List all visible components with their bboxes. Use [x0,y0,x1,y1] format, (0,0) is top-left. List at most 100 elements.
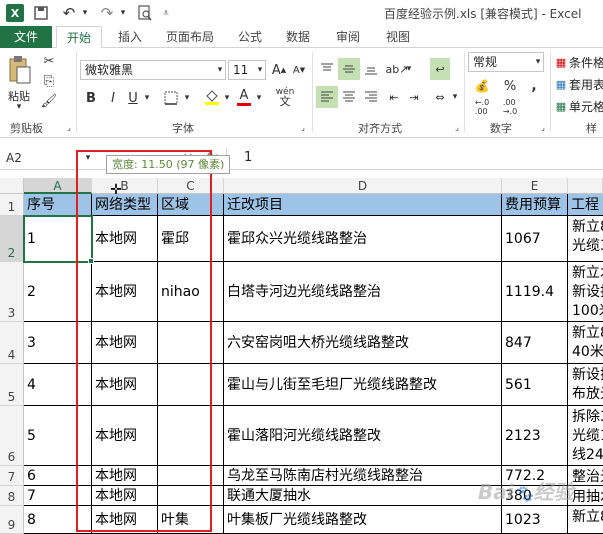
cell-work[interactable]: 新立木 新设排 100米 [568,262,603,322]
cell-project[interactable]: 六安窑岗咀大桥光缆线路整改 [224,322,502,364]
font-color-dropdown-icon[interactable]: ▾ [254,88,264,108]
wrap-text-icon[interactable]: ↩ [430,58,450,80]
cell-work[interactable]: 新立8 [568,506,603,534]
formula-input[interactable]: 1 [244,149,252,167]
phonetic-guide-icon[interactable]: wén 文 [272,86,298,108]
row-header[interactable]: 2 [0,216,24,262]
italic-button[interactable]: I [104,88,122,108]
tab-review[interactable]: 审阅 [330,26,366,48]
align-top-icon[interactable] [316,58,338,80]
align-middle-icon[interactable] [338,58,360,80]
cell-area[interactable] [158,406,224,466]
font-launcher-icon[interactable]: ⌟ [298,122,308,132]
bold-button[interactable]: B [82,88,100,108]
row-header[interactable]: 4 [0,322,24,364]
align-bottom-icon[interactable] [360,58,382,80]
conditional-format-label[interactable]: 条件格 [569,54,603,71]
paste-dropdown-icon[interactable]: ▾ [12,102,26,112]
header-cell-area[interactable]: 区域 [158,194,224,216]
name-box[interactable]: A2 [4,148,78,168]
tab-view[interactable]: 视图 [380,26,416,48]
merge-center-icon[interactable]: ⇔ [430,86,450,108]
fill-color-dropdown-icon[interactable]: ▾ [222,88,232,108]
cell-network[interactable]: 本地网 [92,466,158,486]
format-painter-icon[interactable]: 🖌 [40,92,58,110]
number-format-dropdown-icon[interactable]: ▾ [532,54,544,70]
grow-font-icon[interactable]: A ▲ [270,60,288,80]
header-cell-network[interactable]: 网络类型 [92,194,158,216]
save-icon[interactable] [32,4,50,22]
copy-icon[interactable]: ⎘ [40,72,58,90]
cell-budget[interactable]: 2123 [502,406,568,466]
cell-budget[interactable]: 1119.4 [502,262,568,322]
decrease-indent-icon[interactable]: ⇤ [384,86,404,108]
column-header-d[interactable]: D [224,178,502,194]
align-center-icon[interactable] [338,86,360,108]
cell-area[interactable]: 霍邱 [158,216,224,262]
cell-styles-icon[interactable]: ▦ [554,98,568,114]
cell-work[interactable]: 拆除3 光缆1 线24 [568,406,603,466]
format-table-icon[interactable]: ▦ [554,76,568,92]
tab-file[interactable]: 文件 [0,26,52,48]
cell-seq[interactable]: 3 [24,322,92,364]
row-header[interactable]: 7 [0,466,24,486]
cell-network[interactable]: 本地网 [92,486,158,506]
column-header-c[interactable]: C [158,178,224,194]
cell-budget[interactable]: 847 [502,322,568,364]
tab-formulas[interactable]: 公式 [232,26,268,48]
cell-project[interactable]: 白塔寺河边光缆线路整治 [224,262,502,322]
fill-handle[interactable] [88,258,94,264]
cell-area[interactable] [158,364,224,406]
header-cell-project[interactable]: 迁改项目 [224,194,502,216]
cell-budget[interactable]: 561 [502,364,568,406]
clipboard-launcher-icon[interactable]: ⌟ [64,122,74,132]
borders-dropdown-icon[interactable]: ▾ [182,88,192,108]
format-table-label[interactable]: 套用表 [569,76,603,93]
undo-dropdown-icon[interactable]: ▾ [80,4,90,22]
paste-icon[interactable] [6,54,32,86]
font-name-dropdown-icon[interactable]: ▾ [214,62,226,78]
cell-styles-label[interactable]: 单元格 [569,98,603,115]
cell-seq[interactable]: 7 [24,486,92,506]
cut-icon[interactable]: ✂ [40,52,58,70]
cell-seq[interactable]: 4 [24,364,92,406]
row-header[interactable]: 1 [0,194,24,216]
cell-budget[interactable]: 1023 [502,506,568,534]
number-launcher-icon[interactable]: ⌟ [538,122,548,132]
customize-toolbar-icon[interactable]: ⩡ [160,4,172,22]
row-header[interactable]: 5 [0,364,24,406]
shrink-font-icon[interactable]: A ▼ [290,60,308,80]
font-name-select[interactable]: 微软雅黑 [80,60,226,80]
orientation-dropdown-icon[interactable]: ▾ [404,58,414,80]
fill-color-icon[interactable] [202,86,222,108]
header-cell-work[interactable]: 工程 [568,194,603,216]
alignment-launcher-icon[interactable]: ⌟ [452,122,462,132]
cell-seq[interactable]: 6 [24,466,92,486]
redo-icon[interactable]: ↷ [96,4,118,22]
column-header-e[interactable]: E [502,178,568,194]
cell-area[interactable] [158,466,224,486]
underline-button[interactable]: U [124,88,142,108]
decrease-decimal-icon[interactable]: .00 →.0 [498,98,522,116]
row-header[interactable]: 9 [0,506,24,534]
underline-dropdown-icon[interactable]: ▾ [142,88,152,108]
cell-network[interactable]: 本地网 [92,506,158,534]
conditional-format-icon[interactable]: ▦ [554,54,568,70]
cell-seq[interactable]: 2 [24,262,92,322]
tab-data[interactable]: 数据 [280,26,316,48]
cell-project[interactable]: 霍邱众兴光缆线路整治 [224,216,502,262]
tab-home[interactable]: 开始 [56,26,102,48]
cell-network[interactable]: 本地网 [92,216,158,262]
cell-project[interactable]: 联通大厦抽水 [224,486,502,506]
merge-dropdown-icon[interactable]: ▾ [450,86,460,108]
cell-work[interactable]: 新立8 40米 [568,322,603,364]
cell-area[interactable]: 叶集 [158,506,224,534]
spreadsheet-grid[interactable]: A B C D E ✛ 1 2 3 4 5 6 7 8 9 序号 网络类型 区域… [0,178,603,534]
cell-project[interactable]: 霍山落阳河光缆线路整改 [224,406,502,466]
print-preview-icon[interactable] [136,4,154,22]
row-header[interactable]: 8 [0,486,24,506]
tab-page-layout[interactable]: 页面布局 [160,26,220,48]
cell-project[interactable]: 霍山与儿街至毛坦厂光缆线路整改 [224,364,502,406]
name-box-dropdown-icon[interactable]: ▾ [82,150,94,166]
align-left-icon[interactable] [316,86,338,108]
